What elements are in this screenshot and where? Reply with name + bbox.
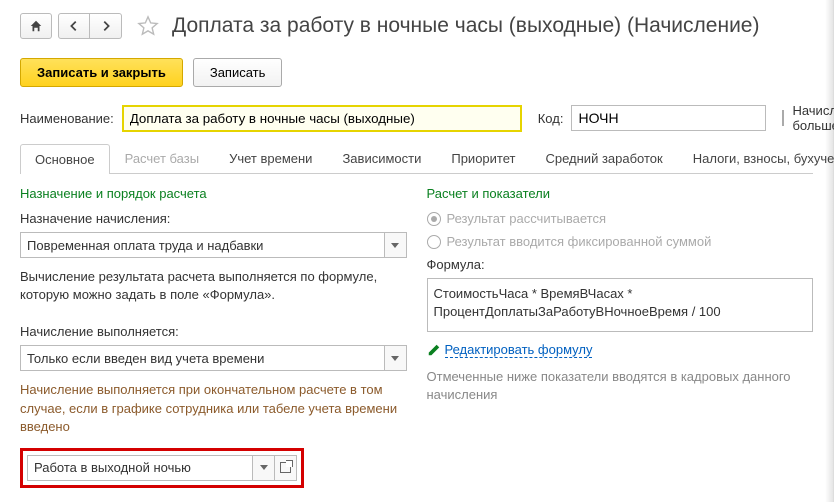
name-input[interactable]: [122, 105, 522, 132]
extra-label: Начисление больше: [792, 103, 834, 133]
pencil-icon: [427, 343, 441, 357]
tab-main[interactable]: Основное: [20, 144, 110, 174]
formula-description: Вычисление результата расчета выполняетс…: [20, 268, 407, 304]
name-label: Наименование:: [20, 111, 114, 126]
radio1-label: Результат рассчитывается: [447, 211, 607, 226]
code-input[interactable]: [571, 105, 766, 131]
time-type-select[interactable]: Работа в выходной ночью: [27, 455, 297, 481]
right-section-title: Расчет и показатели: [427, 186, 814, 201]
purpose-select[interactable]: Повременная оплата труда и надбавки: [20, 232, 407, 258]
edit-formula-text: Редактировать формулу: [445, 342, 593, 358]
favorite-star-icon[interactable]: [134, 12, 162, 40]
chevron-down-icon: [260, 465, 268, 470]
chevron-down-icon: [391, 243, 399, 248]
time-type-value: Работа в выходной ночью: [28, 460, 252, 475]
exec-dropdown-button[interactable]: [384, 346, 406, 370]
formula-box: СтоимостьЧаса * ВремяВЧасах * ПроцентДоп…: [427, 278, 814, 332]
radio2-label: Результат вводится фиксированной суммой: [447, 234, 712, 249]
tab-time[interactable]: Учет времени: [214, 143, 327, 173]
save-and-close-button[interactable]: Записать и закрыть: [20, 58, 183, 87]
radio-icon: [427, 212, 441, 226]
open-icon: [280, 462, 291, 473]
radio-icon: [427, 235, 441, 249]
tab-taxes[interactable]: Налоги, взносы, бухучет: [678, 143, 834, 173]
exec-note: Начисление выполняется при окончательном…: [20, 381, 407, 436]
exec-value: Только если введен вид учета времени: [21, 351, 384, 366]
exec-label: Начисление выполняется:: [20, 324, 407, 339]
code-label: Код:: [538, 111, 564, 126]
save-button[interactable]: Записать: [193, 58, 283, 87]
indicators-note: Отмеченные ниже показатели вводятся в ка…: [427, 368, 814, 404]
time-type-dropdown-button[interactable]: [252, 456, 274, 480]
extra-checkbox[interactable]: [782, 110, 784, 126]
exec-select[interactable]: Только если введен вид учета времени: [20, 345, 407, 371]
time-type-open-button[interactable]: [274, 456, 296, 480]
forward-button[interactable]: [90, 13, 122, 39]
purpose-label: Назначение начисления:: [20, 211, 407, 226]
radio-result-calculated[interactable]: Результат рассчитывается: [427, 211, 814, 226]
tab-base[interactable]: Расчет базы: [110, 143, 215, 173]
home-button[interactable]: [20, 13, 52, 39]
purpose-value: Повременная оплата труда и надбавки: [21, 238, 384, 253]
page-title: Доплата за работу в ночные часы (выходны…: [172, 14, 759, 38]
back-button[interactable]: [58, 13, 90, 39]
tab-average[interactable]: Средний заработок: [530, 143, 677, 173]
formula-label: Формула:: [427, 257, 814, 272]
highlighted-time-type-box: Работа в выходной ночью: [20, 448, 304, 488]
chevron-down-icon: [391, 356, 399, 361]
edit-formula-link[interactable]: Редактировать формулу: [427, 342, 814, 358]
tab-bar: Основное Расчет базы Учет времени Зависи…: [20, 143, 813, 174]
purpose-dropdown-button[interactable]: [384, 233, 406, 257]
radio-result-fixed[interactable]: Результат вводится фиксированной суммой: [427, 234, 814, 249]
left-section-title: Назначение и порядок расчета: [20, 186, 407, 201]
tab-priority[interactable]: Приоритет: [436, 143, 530, 173]
tab-deps[interactable]: Зависимости: [327, 143, 436, 173]
